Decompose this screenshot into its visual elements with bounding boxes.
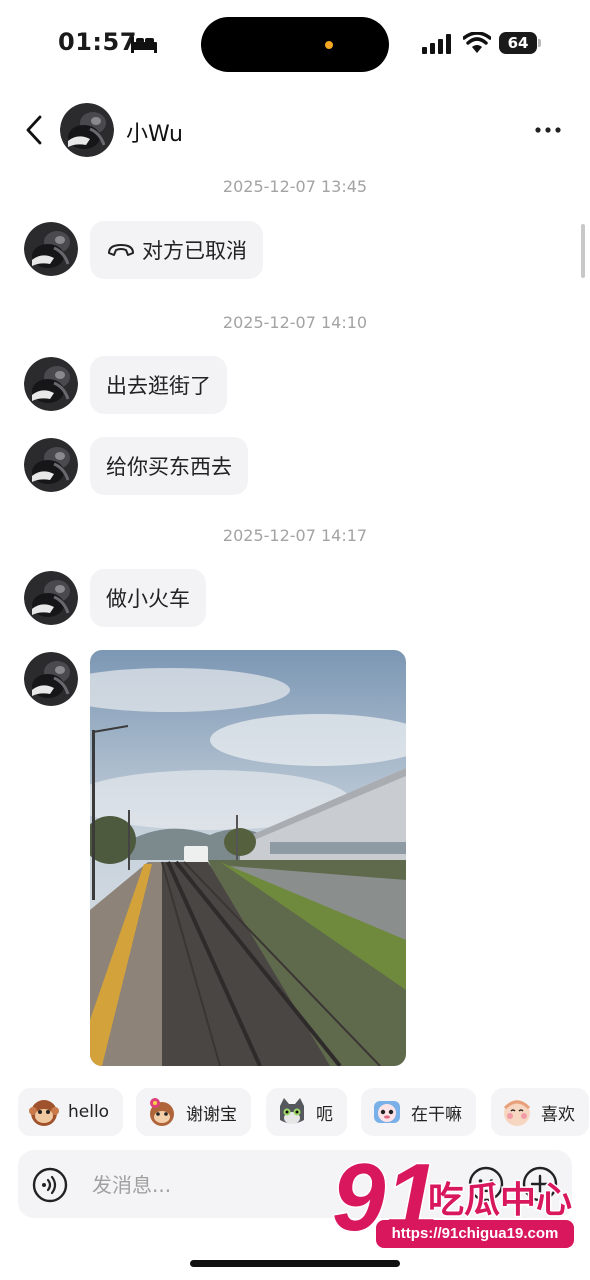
watermark-text: 吃瓜中心 [428,1180,572,1221]
hang-up-icon [108,244,134,256]
scrollbar-thumb[interactable] [581,224,585,278]
peeking-emoji-icon [374,1101,400,1123]
privacy-indicator-dot [325,41,333,49]
quick-reply-hello[interactable]: hello [18,1088,124,1136]
sender-avatar[interactable] [24,438,78,492]
sender-avatar[interactable] [24,571,78,625]
blushing-emoji-icon [503,1100,531,1126]
quick-reply-label: 呃 [316,1104,333,1125]
quick-reply-bar: hello 谢谢宝 呃 在干嘛 喜欢 [18,1088,590,1136]
voice-input-icon[interactable] [32,1167,68,1203]
wifi-icon [463,32,491,53]
message-timestamp: 2025-12-07 13:45 [222,177,368,196]
quick-reply-like[interactable]: 喜欢 [491,1088,589,1136]
cat-emoji-icon [280,1098,304,1124]
message-timestamp: 2025-12-07 14:17 [222,526,368,545]
call-cancelled-bubble[interactable]: 对方已取消 [90,221,263,279]
text-message-bubble[interactable]: 给你买东西去 [90,437,248,495]
call-status-text: 对方已取消 [142,239,247,263]
cellular-signal-icon [422,34,451,54]
status-time: 01:57 [58,28,137,56]
sender-avatar[interactable] [24,357,78,411]
chat-screen: 01:57 64 小Wu 2025-12-07 13:45 对方已取消 2025… [0,0,590,1280]
message-timestamp: 2025-12-07 14:10 [222,313,368,332]
battery-level: 64 [499,32,537,54]
quick-reply-uh[interactable]: 呃 [266,1088,347,1136]
text-message-bubble[interactable]: 做小火车 [90,569,206,627]
contact-avatar[interactable] [60,103,114,157]
dynamic-island [201,17,389,72]
quick-reply-label: hello [68,1102,110,1122]
watermark-url: https://91chigua19.com [376,1220,574,1248]
sleep-mode-icon [131,37,157,53]
quick-reply-label: 谢谢宝 [186,1104,237,1125]
battery-tip [538,39,541,47]
photo-message[interactable] [90,650,406,1066]
quick-reply-what-doing[interactable]: 在干嘛 [361,1088,476,1136]
home-indicator[interactable] [190,1260,400,1267]
text-message-bubble[interactable]: 出去逛街了 [90,356,227,414]
more-options-icon[interactable] [532,120,564,140]
sender-avatar[interactable] [24,652,78,706]
flower-monkey-emoji-icon [150,1098,174,1126]
contact-name[interactable]: 小Wu [126,116,183,148]
message-input[interactable] [90,1164,334,1206]
quick-reply-label: 在干嘛 [411,1104,462,1125]
quick-reply-label: 喜欢 [541,1104,575,1125]
back-button[interactable] [20,112,48,148]
monkey-emoji-icon [29,1100,59,1126]
chevron-left-icon [26,115,42,145]
quick-reply-thanks[interactable]: 谢谢宝 [136,1088,251,1136]
sender-avatar[interactable] [24,222,78,276]
